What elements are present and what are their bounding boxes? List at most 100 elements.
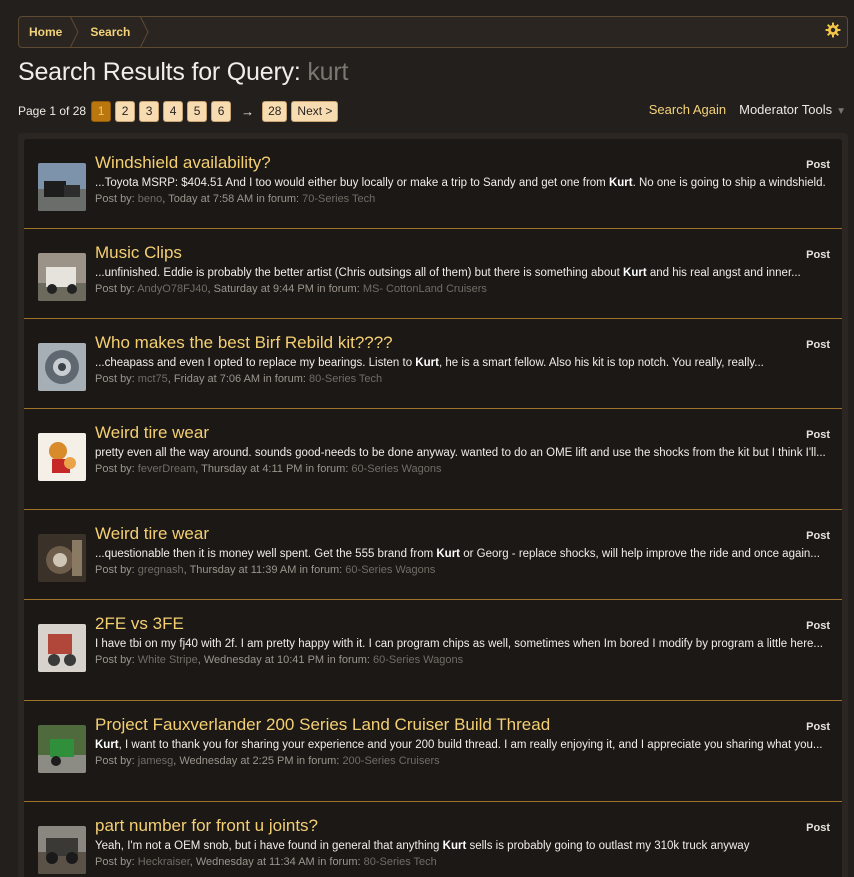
page-link-6[interactable]: 6 bbox=[211, 100, 232, 122]
result-forum-link[interactable]: 60-Series Wagons bbox=[373, 654, 463, 666]
page-title: Search Results for Query: kurt bbox=[18, 58, 348, 87]
result-type-label: Post bbox=[806, 721, 830, 733]
result-meta: Post by: White Stripe, Wednesday at 10:4… bbox=[95, 654, 464, 666]
result-snippet: pretty even all the way around. sounds g… bbox=[95, 447, 826, 459]
result-title-link[interactable]: Music Clips bbox=[95, 243, 830, 263]
result-author-link[interactable]: jamesg bbox=[138, 755, 173, 767]
search-result: Who makes the best Birf Rebild kit???? .… bbox=[24, 319, 842, 409]
result-title-link[interactable]: 2FE vs 3FE bbox=[95, 614, 830, 634]
result-content: Project Fauxverlander 200 Series Land Cr… bbox=[95, 715, 830, 769]
page-title-prefix: Search Results for Query: bbox=[18, 58, 301, 86]
result-content: Music Clips ...unfinished. Eddie is prob… bbox=[95, 243, 830, 297]
result-type-label: Post bbox=[806, 530, 830, 542]
result-forum-link[interactable]: 80-Series Tech bbox=[364, 856, 437, 868]
page-title-query: kurt bbox=[307, 58, 349, 86]
result-type-label: Post bbox=[806, 429, 830, 441]
search-result: 2FE vs 3FE I have tbi on my fj40 with 2f… bbox=[24, 600, 842, 701]
result-forum-link[interactable]: 70-Series Tech bbox=[302, 193, 375, 205]
result-content: part number for front u joints? Yeah, I'… bbox=[95, 816, 830, 870]
search-result: Weird tire wear pretty even all the way … bbox=[24, 409, 842, 510]
breadcrumb: Home Search bbox=[18, 16, 848, 48]
result-forum-link[interactable]: MS- CottonLand Cruisers bbox=[363, 283, 487, 295]
page-link-1[interactable]: 1 bbox=[91, 100, 112, 122]
search-highlight: Kurt bbox=[623, 267, 647, 279]
page-link-last[interactable]: 28 bbox=[262, 100, 288, 122]
result-meta: Post by: feverDream, Thursday at 4:11 PM… bbox=[95, 463, 442, 475]
result-meta: Post by: Heckraiser, Wednesday at 11:34 … bbox=[95, 856, 437, 868]
search-result: Music Clips ...unfinished. Eddie is prob… bbox=[24, 229, 842, 319]
result-thumbnail[interactable] bbox=[38, 624, 86, 672]
result-author-link[interactable]: gregnash bbox=[138, 564, 184, 576]
search-highlight: Kurt bbox=[95, 739, 119, 751]
result-author-link[interactable]: White Stripe bbox=[138, 654, 198, 666]
result-content: Windshield availability? ...Toyota MSRP:… bbox=[95, 153, 830, 207]
breadcrumb-home[interactable]: Home bbox=[19, 16, 79, 48]
result-thumbnail[interactable] bbox=[38, 163, 86, 211]
page-link-3[interactable]: 3 bbox=[139, 100, 160, 122]
result-thumbnail[interactable] bbox=[38, 534, 86, 582]
result-meta: Post by: beno, Today at 7:58 AM in forum… bbox=[95, 193, 376, 205]
search-results-list: Windshield availability? ...Toyota MSRP:… bbox=[24, 139, 842, 877]
search-results-panel: Windshield availability? ...Toyota MSRP:… bbox=[18, 133, 848, 877]
page-link-4[interactable]: 4 bbox=[163, 100, 184, 122]
page-count-label: Page 1 of 28 bbox=[18, 104, 87, 118]
result-type-label: Post bbox=[806, 249, 830, 261]
result-meta: Post by: AndyO78FJ40, Saturday at 9:44 P… bbox=[95, 283, 487, 295]
search-highlight: Kurt bbox=[442, 840, 467, 852]
moderator-tools-menu[interactable]: Moderator Tools ▼ bbox=[739, 102, 846, 117]
result-title-link[interactable]: Windshield availability? bbox=[95, 153, 830, 173]
result-content: Who makes the best Birf Rebild kit???? .… bbox=[95, 333, 830, 387]
result-content: Weird tire wear ...questionable then it … bbox=[95, 524, 830, 578]
result-thumbnail[interactable] bbox=[38, 343, 86, 391]
result-snippet: ...questionable then it is money well sp… bbox=[95, 548, 820, 560]
breadcrumb-search-label: Search bbox=[90, 25, 131, 39]
chevron-down-icon: ▼ bbox=[836, 105, 846, 117]
search-result: Windshield availability? ...Toyota MSRP:… bbox=[24, 139, 842, 229]
result-thumbnail[interactable] bbox=[38, 433, 86, 481]
result-snippet: I have tbi on my fj40 with 2f. I am pret… bbox=[95, 638, 824, 650]
gear-icon[interactable] bbox=[825, 22, 841, 38]
result-author-link[interactable]: feverDream bbox=[138, 463, 195, 475]
result-meta: Post by: jamesg, Wednesday at 2:25 PM in… bbox=[95, 755, 440, 767]
result-thumbnail[interactable] bbox=[38, 253, 86, 301]
result-thumbnail[interactable] bbox=[38, 826, 86, 874]
result-snippet: Kurt, I want to thank you for sharing yo… bbox=[95, 739, 823, 751]
search-result: part number for front u joints? Yeah, I'… bbox=[24, 802, 842, 877]
result-snippet: Yeah, I'm not a OEM snob, but i have fou… bbox=[95, 840, 750, 852]
result-author-link[interactable]: beno bbox=[138, 193, 162, 205]
result-meta: Post by: gregnash, Thursday at 11:39 AM … bbox=[95, 564, 436, 576]
result-author-link[interactable]: Heckraiser bbox=[138, 856, 190, 868]
result-content: 2FE vs 3FE I have tbi on my fj40 with 2f… bbox=[95, 614, 830, 668]
page-link-2[interactable]: 2 bbox=[115, 100, 136, 122]
result-snippet: ...unfinished. Eddie is probably the bet… bbox=[95, 267, 801, 279]
result-thumbnail[interactable] bbox=[38, 725, 86, 773]
search-result: Weird tire wear ...questionable then it … bbox=[24, 510, 842, 600]
result-title-link[interactable]: part number for front u joints? bbox=[95, 816, 830, 836]
result-forum-link[interactable]: 60-Series Wagons bbox=[345, 564, 435, 576]
search-again-link[interactable]: Search Again bbox=[649, 102, 726, 117]
breadcrumb-home-label: Home bbox=[29, 25, 63, 39]
breadcrumb-search[interactable]: Search bbox=[74, 16, 149, 48]
page-jump-arrow-icon[interactable]: → bbox=[241, 104, 254, 119]
result-title-link[interactable]: Project Fauxverlander 200 Series Land Cr… bbox=[95, 715, 830, 735]
search-highlight: Kurt bbox=[608, 177, 633, 189]
result-meta: Post by: mct75, Friday at 7:06 AM in for… bbox=[95, 373, 383, 385]
result-type-label: Post bbox=[806, 159, 830, 171]
result-forum-link[interactable]: 60-Series Wagons bbox=[351, 463, 441, 475]
result-forum-link[interactable]: 200-Series Cruisers bbox=[342, 755, 439, 767]
result-author-link[interactable]: mct75 bbox=[138, 373, 168, 385]
result-forum-link[interactable]: 80-Series Tech bbox=[309, 373, 382, 385]
search-result: Project Fauxverlander 200 Series Land Cr… bbox=[24, 701, 842, 802]
page-link-5[interactable]: 5 bbox=[187, 100, 208, 122]
next-page-button[interactable]: Next > bbox=[291, 100, 339, 122]
result-title-link[interactable]: Who makes the best Birf Rebild kit???? bbox=[95, 333, 830, 353]
search-tools: Search Again Moderator Tools ▼ bbox=[649, 100, 846, 118]
result-title-link[interactable]: Weird tire wear bbox=[95, 423, 830, 443]
search-highlight: Kurt bbox=[436, 548, 461, 560]
pagination: Page 1 of 28 1 2 3 4 5 6 → 28 Next > bbox=[18, 100, 342, 122]
result-author-link[interactable]: AndyO78FJ40 bbox=[137, 283, 207, 295]
result-type-label: Post bbox=[806, 822, 830, 834]
search-highlight: Kurt bbox=[415, 357, 439, 369]
result-title-link[interactable]: Weird tire wear bbox=[95, 524, 830, 544]
moderator-tools-label: Moderator Tools bbox=[739, 101, 833, 117]
